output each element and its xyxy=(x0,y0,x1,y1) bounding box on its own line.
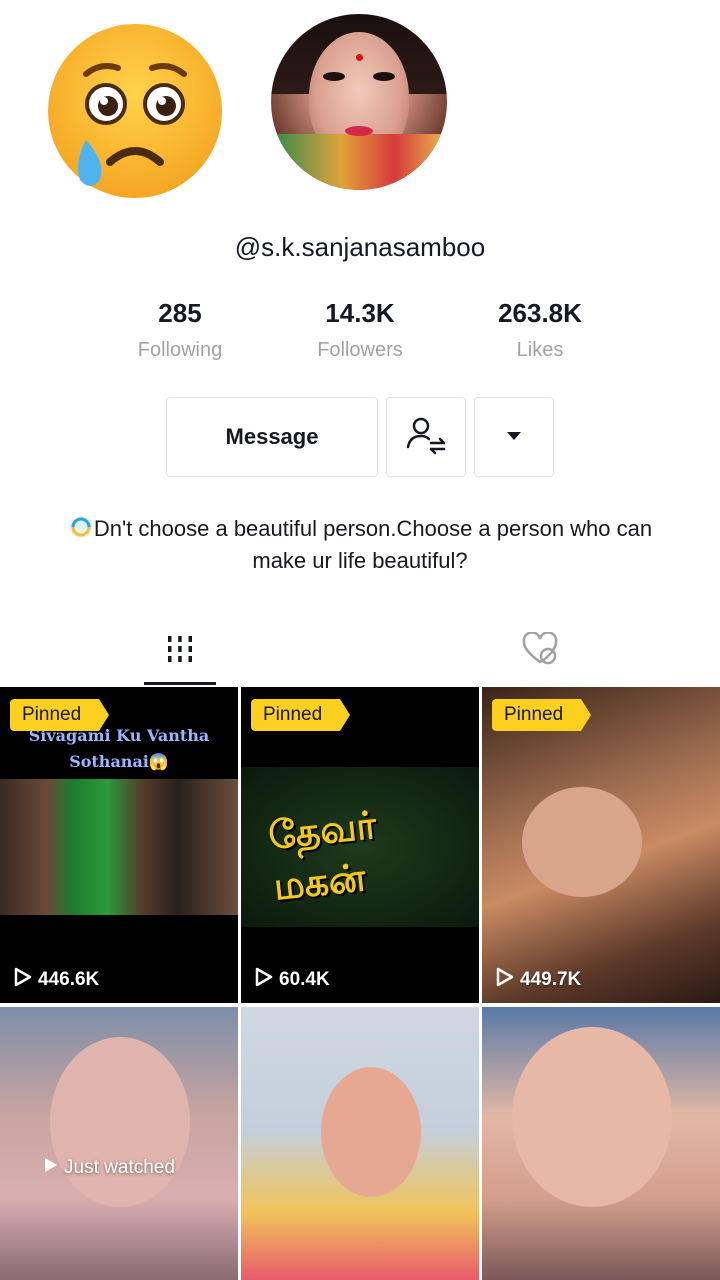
pinned-badge: Pinned xyxy=(492,699,592,731)
following-count: 285 xyxy=(158,298,202,328)
profile-tabs xyxy=(0,616,720,686)
video-title-art: தேவர் மகன் xyxy=(266,801,379,909)
video-tile[interactable] xyxy=(482,1007,720,1280)
view-count: 449.7K xyxy=(496,967,581,993)
video-thumbnail xyxy=(0,779,238,915)
tab-videos[interactable] xyxy=(144,616,216,686)
profile-avatar[interactable] xyxy=(271,14,447,190)
message-button[interactable]: Message xyxy=(166,397,378,477)
caret-down-icon xyxy=(506,428,522,446)
video-thumbnail xyxy=(50,1037,190,1207)
followers-label: Followers xyxy=(317,339,403,361)
more-options-button[interactable] xyxy=(474,397,554,477)
tab-liked[interactable] xyxy=(504,616,576,686)
pinned-badge: Pinned xyxy=(251,699,351,731)
likes-count: 263.8K xyxy=(498,298,582,328)
profile-bio: Dn't choose a beautiful person.Choose a … xyxy=(60,513,660,577)
video-tile[interactable] xyxy=(241,1007,479,1280)
stat-following[interactable]: 285 Following xyxy=(90,298,270,362)
play-icon xyxy=(255,967,273,993)
user-swap-icon xyxy=(404,413,448,462)
play-icon xyxy=(496,967,514,993)
video-tile[interactable]: Pinned 449.7K xyxy=(482,687,720,1003)
pinned-badge: Pinned xyxy=(10,699,110,731)
likes-label: Likes xyxy=(516,339,564,361)
bio-text: Dn't choose a beautiful person.Choose a … xyxy=(93,516,653,573)
crying-face-emoji-sticker xyxy=(46,22,224,200)
following-label: Following xyxy=(137,339,223,361)
loading-swirl-icon xyxy=(68,514,94,540)
stat-likes[interactable]: 263.8K Likes xyxy=(450,298,630,362)
play-icon xyxy=(14,967,32,993)
video-thumbnail xyxy=(522,787,642,897)
profile-username: @s.k.sanjanasamboo xyxy=(234,232,486,262)
grid-icon xyxy=(165,634,195,669)
follow-friends-button[interactable] xyxy=(386,397,466,477)
just-watched-label: Just watched xyxy=(44,1157,175,1179)
heart-hidden-icon xyxy=(521,630,559,671)
active-tab-indicator xyxy=(144,682,216,685)
followers-count: 14.3K xyxy=(325,298,395,328)
video-tile[interactable]: Just watched xyxy=(0,1007,238,1280)
view-count: 446.6K xyxy=(14,967,99,993)
view-count: 60.4K xyxy=(255,967,330,993)
play-filled-icon xyxy=(44,1157,58,1179)
profile-stats: 285 Following 14.3K Followers 263.8K Lik… xyxy=(0,298,720,368)
video-thumbnail xyxy=(512,1027,672,1207)
video-tile[interactable]: தேவர் மகன் Pinned 60.4K xyxy=(241,687,479,1003)
stat-followers[interactable]: 14.3K Followers xyxy=(270,298,450,362)
video-thumbnail xyxy=(321,1067,421,1197)
video-tile[interactable]: Sivagami Ku Vantha Sothanai😱 Pinned 446.… xyxy=(0,687,238,1003)
video-grid: Sivagami Ku Vantha Sothanai😱 Pinned 446.… xyxy=(0,687,720,1280)
